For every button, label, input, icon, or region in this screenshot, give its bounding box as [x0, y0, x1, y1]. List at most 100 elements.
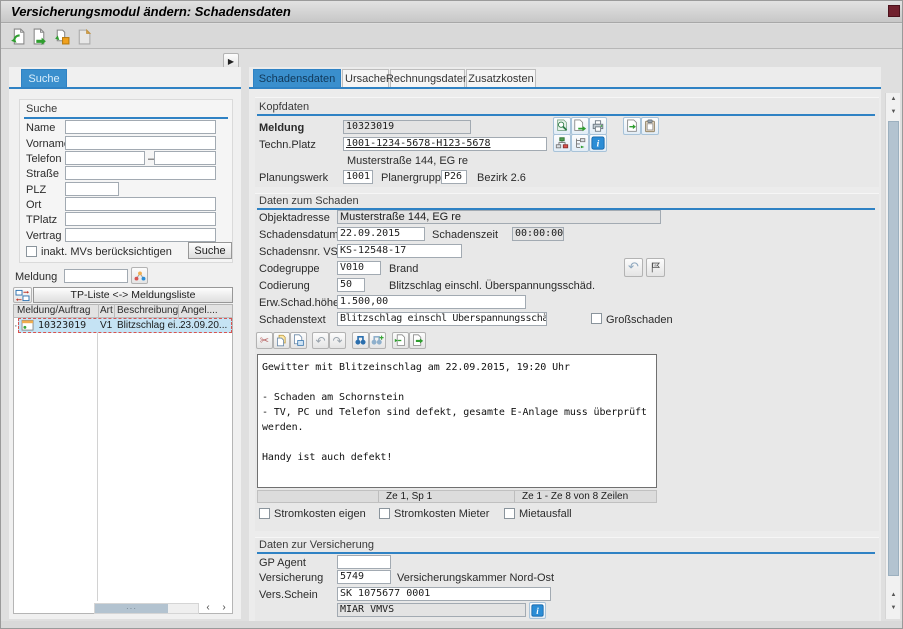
mietausfall-checkbox[interactable] [504, 508, 515, 519]
tab-suche[interactable]: Suche [21, 69, 67, 87]
copy-document-icon[interactable] [73, 26, 93, 46]
v-scrollbar[interactable]: ▲ ▼ ▲ ▼ [885, 93, 900, 619]
bezirk-text: Bezirk 2.6 [477, 172, 526, 184]
hierarchy-icon[interactable] [571, 134, 589, 152]
v-scroll-down-button-2[interactable]: ▼ [887, 602, 900, 614]
document-flow-icon[interactable] [571, 117, 589, 135]
vorname-field[interactable] [65, 136, 216, 150]
versicherung-text: Versicherungskammer Nord-Ost [397, 572, 554, 584]
meldung-quick-field[interactable] [64, 269, 128, 283]
planungswerk-label: Planungswerk [259, 172, 328, 184]
h-scroll-left-button[interactable]: ‹ [201, 603, 215, 614]
v-scroll-up-button[interactable]: ▲ [887, 93, 900, 105]
miar-info-icon[interactable]: i [529, 602, 546, 619]
v-scroll-up-button-2[interactable]: ▲ [887, 589, 900, 601]
print-icon[interactable] [589, 117, 607, 135]
stromkosten-mieter-checkbox[interactable] [379, 508, 390, 519]
row-beschreibung: Blitzschlag ei... [117, 320, 184, 331]
document-status-icon[interactable] [51, 26, 71, 46]
export-text-icon[interactable] [409, 332, 426, 349]
col-art[interactable]: Art [100, 305, 113, 316]
col-meldung-auftrag[interactable]: Meldung/Auftrag [17, 305, 90, 316]
v-scroll-down-button[interactable]: ▼ [887, 106, 900, 118]
tab-schadensdaten[interactable]: Schadensdaten [253, 69, 341, 87]
vertrag-label: Vertrag [26, 230, 61, 242]
planungswerk-field[interactable]: 1001 [343, 170, 373, 184]
ort-label: Ort [26, 199, 41, 211]
objektadresse-label: Objektadresse [259, 212, 330, 224]
search-group: Suche Name Vorname Telefon – Straße PLZ … [19, 99, 233, 263]
versicherung-field[interactable]: 5749 [337, 570, 391, 584]
erw-schadhoehe-field[interactable]: 1.500,00 [337, 295, 526, 309]
stromkosten-mieter-label: Stromkosten Mieter [394, 508, 489, 520]
tab-zusatzkosten[interactable]: Zusatzkosten [466, 69, 536, 87]
table-row[interactable]: 10323019 V1 Blitzschlag ei... 23.09.20..… [18, 318, 232, 333]
editor-status-bar: Ze 1, Sp 1 Ze 1 - Ze 8 von 8 Zeilen [257, 490, 657, 503]
col-divider-art [98, 304, 99, 318]
codierung-field[interactable]: 50 [337, 278, 365, 292]
display-object-icon[interactable] [553, 117, 571, 135]
left-tab-underline [9, 87, 241, 89]
name-field[interactable] [65, 120, 216, 134]
longtext-content[interactable]: Gewitter mit Blitzeinschlag am 22.09.201… [258, 355, 656, 470]
h-scrollbar[interactable]: ··· [94, 603, 199, 614]
copy-icon[interactable] [273, 332, 290, 349]
kopfdaten-title: Kopfdaten [259, 101, 309, 113]
vertrag-field[interactable] [65, 228, 216, 242]
window-bottom-strip [1, 621, 903, 629]
result-list [13, 304, 233, 614]
export-document-icon[interactable] [29, 26, 49, 46]
search-group-underline [24, 117, 228, 119]
codierung-label: Codierung [259, 280, 310, 292]
flag-icon[interactable]: a [646, 258, 665, 277]
col-beschreibung[interactable]: Beschreibung [117, 305, 178, 316]
gp-agent-field[interactable] [337, 555, 391, 569]
schadensdatum-field[interactable]: 22.09.2015 [337, 227, 425, 241]
import-document-icon[interactable] [7, 26, 27, 46]
schadensnr-field[interactable]: KS-12548-17 [337, 244, 462, 258]
section-kopfdaten: Kopfdaten Meldung 10323019 Techn.Platz 1… [255, 97, 879, 187]
data-transfer-icon[interactable] [623, 117, 641, 135]
grossschaden-checkbox[interactable] [591, 313, 602, 324]
strasse-field[interactable] [65, 166, 216, 180]
col-angelegt[interactable]: Angel.... [181, 305, 218, 316]
ort-field[interactable] [65, 197, 216, 211]
clipboard-icon[interactable] [641, 117, 659, 135]
codegruppe-field[interactable]: V010 [337, 261, 381, 275]
structure-icon[interactable] [553, 134, 571, 152]
tab-rechnungsdaten[interactable]: Rechnungsdaten [390, 69, 465, 87]
undo-icon[interactable]: ↶ [624, 258, 643, 277]
swap-list-icon[interactable] [13, 287, 32, 303]
info-icon[interactable]: i [589, 134, 607, 152]
planergruppe-label: Planergruppe [381, 172, 447, 184]
find-icon[interactable] [352, 332, 369, 349]
inakt-mvs-checkbox[interactable] [26, 246, 37, 257]
tab-ursache[interactable]: Ursache [342, 69, 389, 87]
longtext-editor[interactable]: Gewitter mit Blitzeinschlag am 22.09.201… [257, 354, 657, 488]
import-text-icon[interactable] [392, 332, 409, 349]
telefon-field-2[interactable] [154, 151, 216, 165]
h-scroll-right-button[interactable]: › [217, 603, 231, 614]
worklist-icon[interactable] [131, 267, 148, 284]
versschein-field[interactable]: SK 1075677 0001 [337, 587, 551, 601]
tp-liste-toggle-button[interactable]: TP-Liste <-> Meldungsliste [33, 287, 233, 303]
telefon-field-1[interactable] [65, 151, 145, 165]
plz-field[interactable] [65, 182, 119, 196]
schadenstext-field[interactable]: Blitzschlag einschl Überspannungsschäd. [337, 312, 547, 326]
v-scrollbar-thumb[interactable] [888, 121, 899, 576]
codegruppe-label: Codegruppe [259, 263, 320, 275]
search-button[interactable]: Suche [188, 242, 232, 259]
window-corner-icon[interactable] [888, 5, 900, 17]
status-divider-1 [378, 491, 379, 502]
paste-icon[interactable] [290, 332, 307, 349]
cut-icon[interactable]: ✂ [256, 332, 273, 349]
technplatz-field[interactable]: 1001-1234-5678-H123-5678 [343, 137, 547, 151]
tplatz-field[interactable] [65, 212, 216, 226]
erw-schadhoehe-label: Erw.Schad.höhe [259, 297, 339, 309]
undo-text-icon[interactable]: ↶ [312, 332, 329, 349]
h-scrollbar-thumb[interactable]: ··· [95, 604, 168, 613]
find-next-icon[interactable] [369, 332, 386, 349]
planergruppe-field[interactable]: P26 [441, 170, 467, 184]
redo-text-icon[interactable]: ↷ [329, 332, 346, 349]
stromkosten-eigen-checkbox[interactable] [259, 508, 270, 519]
